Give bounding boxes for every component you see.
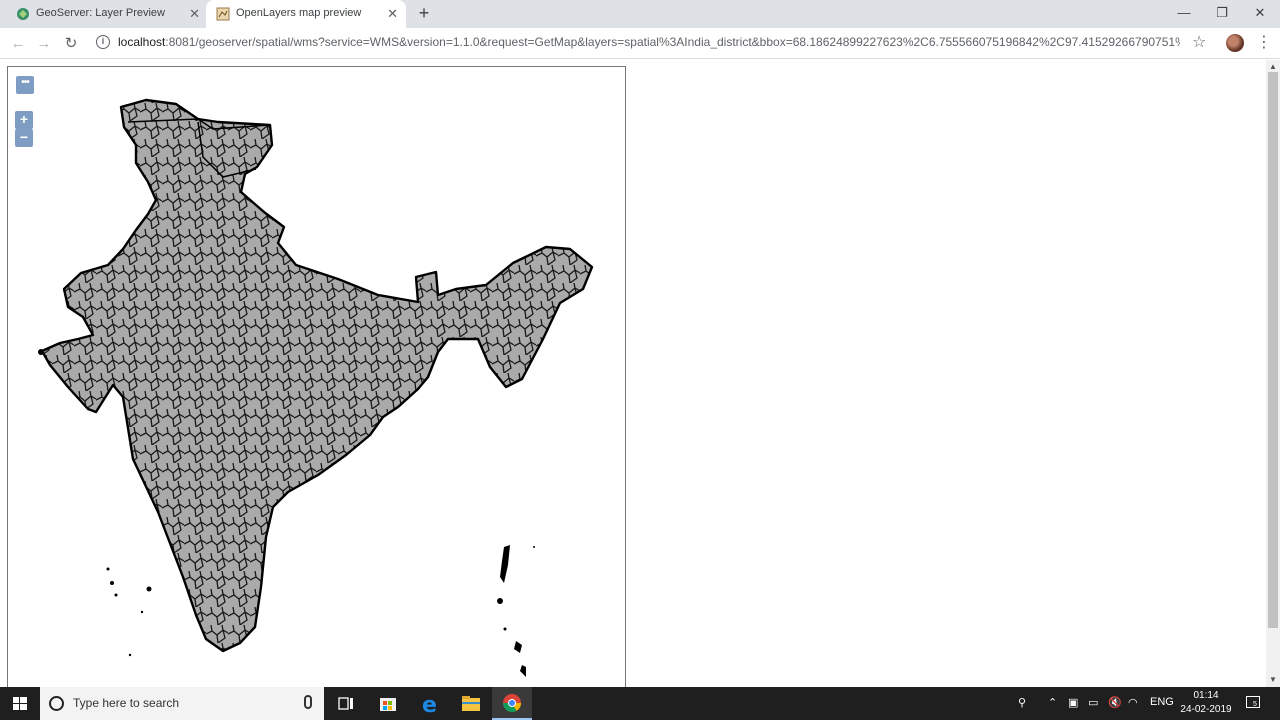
volume-muted-icon[interactable]: 🔇	[1108, 696, 1122, 709]
security-icon[interactable]: ▣	[1068, 696, 1078, 709]
browser-toolbar: ← → ↻ i localhost:8081/geoserver/spatial…	[0, 28, 1280, 59]
zoom-out-button[interactable]: −	[15, 129, 33, 147]
browser-menu-button[interactable]: ⋮	[1256, 32, 1272, 52]
url-host: localhost	[118, 35, 166, 49]
clock-time: 01:14	[1193, 690, 1219, 701]
profile-avatar[interactable]	[1226, 34, 1244, 52]
cortana-icon	[49, 696, 64, 711]
taskbar-search-box[interactable]: Type here to search	[40, 687, 324, 720]
openlayers-icon	[216, 7, 230, 21]
microphone-icon[interactable]	[304, 695, 312, 709]
chrome-icon[interactable]	[492, 687, 532, 720]
zoom-in-button[interactable]: +	[15, 111, 33, 129]
info-icon[interactable]: i	[96, 35, 110, 49]
windows-logo-icon	[13, 697, 27, 710]
battery-icon[interactable]: ▭	[1088, 696, 1098, 709]
back-button[interactable]: ←	[7, 33, 29, 55]
notification-center-icon[interactable]: 5	[1246, 696, 1260, 711]
start-button[interactable]	[0, 687, 40, 720]
scroll-up-icon[interactable]: ▲	[1269, 62, 1277, 71]
language-indicator[interactable]: ENG	[1150, 696, 1174, 708]
chevron-up-icon[interactable]: ⌃	[1048, 696, 1057, 709]
new-tab-button[interactable]: +	[414, 3, 434, 23]
layer-switcher-button[interactable]: •••	[16, 76, 34, 94]
vertical-scrollbar[interactable]: ▲ ▼	[1266, 60, 1280, 687]
windows-taskbar: Type here to search e ⚲ ⌃ ▣ ▭ 🔇 ◠ ENG 01…	[0, 687, 1280, 720]
tab-label: GeoServer: Layer Preview	[36, 7, 165, 19]
tab-label: OpenLayers map preview	[236, 7, 362, 19]
star-icon[interactable]: ☆	[1192, 32, 1206, 52]
tab-openlayers-map-preview[interactable]: OpenLayers map preview ✕	[206, 0, 406, 28]
store-icon[interactable]	[368, 687, 408, 720]
page-content: ••• + −	[0, 60, 1266, 696]
maximize-button[interactable]: ❐	[1204, 2, 1240, 24]
reload-button[interactable]: ↻	[60, 33, 82, 55]
task-view-icon[interactable]	[326, 687, 366, 720]
clock[interactable]: 01:14 24-02-2019	[1176, 689, 1236, 717]
map-viewport[interactable]: ••• + −	[7, 66, 626, 696]
svg-text:e: e	[422, 693, 437, 718]
geoserver-icon	[16, 7, 30, 21]
forward-button[interactable]: →	[33, 33, 55, 55]
tab-geoserver-layer-preview[interactable]: GeoServer: Layer Preview ✕	[6, 0, 208, 28]
people-icon[interactable]: ⚲	[1018, 696, 1026, 709]
address-bar[interactable]: localhost:8081/geoserver/spatial/wms?ser…	[118, 35, 1180, 49]
tab-strip: GeoServer: Layer Preview ✕ OpenLayers ma…	[0, 0, 1280, 28]
file-explorer-icon[interactable]	[451, 687, 491, 720]
url-path: :8081/geoserver/spatial/wms?service=WMS&…	[165, 35, 1180, 49]
notification-count: 5	[1253, 701, 1257, 708]
edge-icon[interactable]: e	[410, 687, 450, 720]
scrollbar-thumb[interactable]	[1268, 72, 1278, 628]
scroll-down-icon[interactable]: ▼	[1269, 675, 1277, 684]
india-mainland	[40, 98, 594, 653]
close-window-button[interactable]: ✕	[1242, 2, 1278, 24]
close-tab-icon[interactable]: ✕	[387, 5, 398, 23]
clock-date: 24-02-2019	[1180, 704, 1232, 715]
wifi-icon[interactable]: ◠	[1128, 696, 1138, 709]
india-district-map[interactable]	[8, 67, 626, 696]
close-tab-icon[interactable]: ✕	[189, 5, 200, 23]
search-placeholder: Type here to search	[73, 696, 180, 710]
minimize-button[interactable]: —	[1166, 2, 1202, 24]
